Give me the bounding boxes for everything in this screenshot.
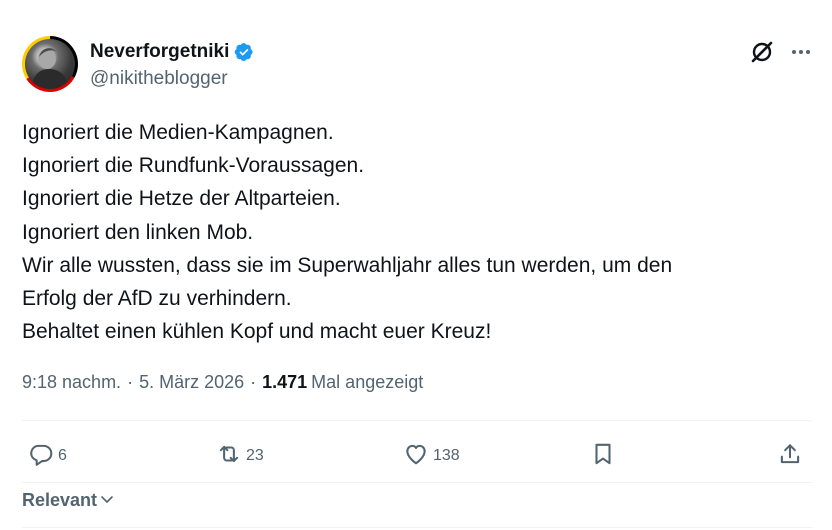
- views-label: Mal angezeigt: [311, 372, 424, 392]
- name-row: Neverforgetniki: [90, 41, 254, 63]
- tweet-line: Ignoriert die Rundfunk-Voraussagen.: [22, 154, 365, 178]
- grok-icon[interactable]: [749, 39, 775, 65]
- tweet-header: Neverforgetniki @nikitheblogger: [22, 36, 812, 96]
- share-button[interactable]: [777, 438, 803, 474]
- like-button[interactable]: 138: [403, 438, 460, 474]
- bookmark-button[interactable]: [590, 438, 616, 474]
- retweet-button[interactable]: 23: [216, 438, 264, 474]
- views-count[interactable]: 1.471: [262, 372, 307, 393]
- divider: [22, 482, 812, 483]
- meta-separator: ·: [250, 372, 257, 392]
- tweet-line: Ignoriert den linken Mob.: [22, 220, 254, 244]
- meta-separator: ·: [127, 372, 134, 392]
- display-name[interactable]: Neverforgetniki: [90, 41, 229, 63]
- reply-count: 6: [58, 447, 67, 464]
- share-icon: [777, 441, 803, 472]
- verified-badge-icon[interactable]: [234, 42, 254, 62]
- like-count: 138: [433, 447, 460, 464]
- more-icon[interactable]: [788, 39, 814, 65]
- avatar-image: [25, 39, 75, 89]
- reply-icon: [28, 441, 54, 472]
- tweet-line: Wir alle wussten, dass sie im Superwahlj…: [22, 253, 673, 277]
- handle[interactable]: @nikitheblogger: [90, 68, 228, 90]
- tweet-line: Erfolg der AfD zu verhindern.: [22, 287, 292, 311]
- retweet-icon: [216, 441, 242, 472]
- replies-sort-dropdown[interactable]: Relevant: [22, 489, 115, 512]
- avatar[interactable]: [22, 36, 78, 92]
- action-bar: 6 23 138: [22, 438, 812, 474]
- sort-label: Relevant: [22, 490, 98, 510]
- like-icon: [403, 441, 429, 472]
- tweet-line: Ignoriert die Medien-Kampagnen.: [22, 121, 334, 144]
- tweet-meta: 9:18 nachm. · 5. März 2026 · 1.471 Mal a…: [22, 372, 423, 393]
- tweet-date[interactable]: 5. März 2026: [139, 372, 244, 393]
- divider: [22, 527, 812, 528]
- bookmark-icon: [590, 441, 616, 472]
- tweet-text: Ignoriert die Medien-Kampagnen. Ignorier…: [22, 116, 812, 348]
- divider: [22, 420, 812, 421]
- tweet-line: Behaltet einen kühlen Kopf und macht eue…: [22, 320, 492, 344]
- retweet-count: 23: [246, 447, 264, 464]
- chevron-down-icon: [99, 489, 115, 512]
- tweet-time[interactable]: 9:18 nachm.: [22, 372, 121, 393]
- reply-button[interactable]: 6: [28, 438, 67, 474]
- tweet-line: Ignoriert die Hetze der Altparteien.: [22, 187, 341, 211]
